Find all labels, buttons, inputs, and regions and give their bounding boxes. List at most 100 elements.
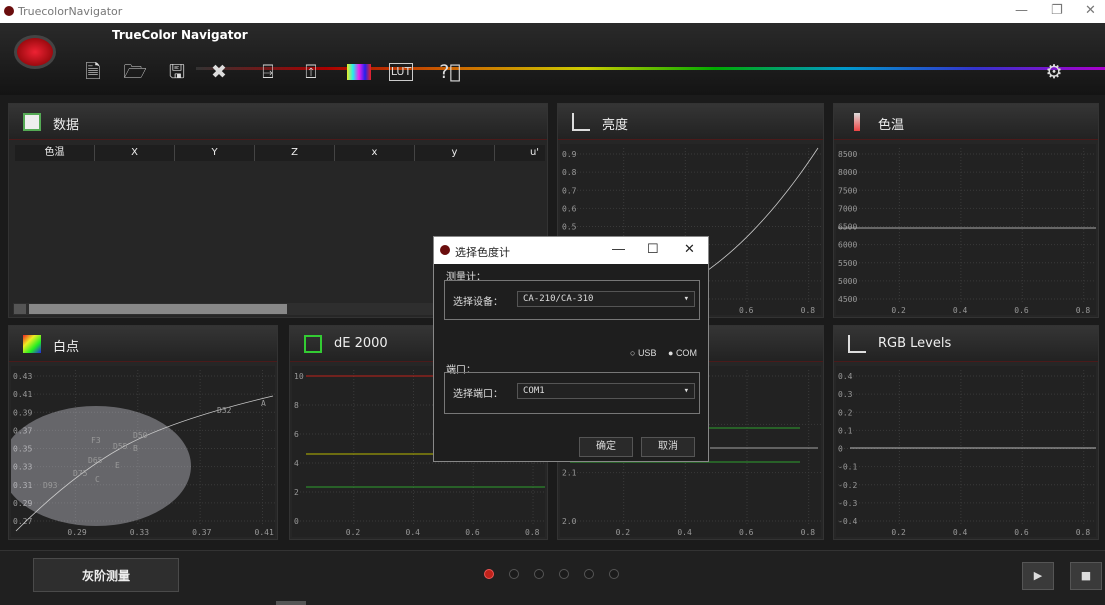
resize-handle[interactable] (276, 601, 306, 605)
cancel-button[interactable]: 取消 (641, 437, 695, 457)
whitepoint-label: D55 (113, 442, 128, 451)
column-header[interactable]: Z (255, 145, 335, 161)
column-header[interactable]: X (95, 145, 175, 161)
scroll-left-icon[interactable] (14, 304, 26, 314)
y-tick-label: -0.2 (838, 481, 857, 490)
stop-icon[interactable]: ■ (1070, 562, 1102, 590)
whitepoint-chart: 0.430.410.390.370.350.330.310.290.270.29… (1, 370, 275, 537)
whitepoint-label: C (95, 475, 100, 484)
panel-title: RGB Levels (878, 336, 952, 351)
document-icon[interactable]: 🗎 (81, 60, 105, 84)
column-header[interactable]: y (415, 145, 495, 161)
app-name: TrueColor Navigator (112, 28, 248, 42)
whitepoint-label: D65 (88, 456, 103, 465)
x-tick-label: 0.8 (1076, 306, 1091, 315)
y-tick-label: 4500 (838, 295, 857, 304)
panel-title: 亮度 (602, 118, 629, 133)
line-chart-icon (572, 113, 590, 131)
x-tick-label: 0.37 (192, 528, 211, 537)
lut-icon[interactable]: LUT (389, 63, 413, 81)
panel-title: dE 2000 (334, 336, 388, 351)
rgb-levels-panel: RGB Levels 0.4 0.3 0.2 0.1 0 -0.1 -0.2 -0.3 -0.4… (833, 325, 1099, 540)
dialog-title: 选择色度计 (455, 247, 510, 259)
scrollbar-thumb[interactable] (29, 304, 287, 314)
rgb-levels-plot: 0.4 0.3 0.2 0.1 0 -0.1 -0.2 -0.3 -0.4 0.2 0.4 0.6 0.… (836, 366, 1096, 537)
x-tick-label: 0.2 (891, 528, 906, 537)
test-pattern-icon[interactable] (347, 64, 371, 80)
whitepoint-label: D75 (73, 469, 88, 478)
x-tick-label: 0.4 (406, 528, 421, 537)
close-icon[interactable]: ✕ (684, 241, 695, 257)
save-icon[interactable]: 🖫 (165, 60, 189, 84)
page-dot[interactable] (559, 569, 569, 579)
open-folder-icon[interactable]: 🗁 (123, 60, 147, 84)
device-select[interactable]: CA-210/CA-310 ▾ (517, 291, 695, 307)
column-header[interactable]: 色温 (15, 145, 95, 161)
port-label: 选择端口： (453, 389, 503, 400)
y-tick-label: 7500 (838, 186, 857, 195)
column-header[interactable]: Y (175, 145, 255, 161)
page-dot[interactable] (609, 569, 619, 579)
page-dot[interactable] (509, 569, 519, 579)
export-icon[interactable]: ⍐ (299, 60, 323, 84)
page-dot[interactable] (534, 569, 544, 579)
y-tick-label: -0.1 (838, 463, 857, 472)
cct-plot: 8500 8000 7500 7000 6500 6000 5500 5000 4500 0.2 0… (836, 144, 1096, 315)
cct-panel: 色温 8500 8000 7500 7000 6500 6000 5500 5000 4500 0… (833, 103, 1099, 318)
y-tick-label: 0 (838, 445, 843, 454)
y-tick-label: 6 (294, 430, 299, 439)
y-tick-label: 2 (294, 488, 299, 497)
delta-e-icon (304, 335, 322, 353)
y-tick-label: 0.43 (13, 372, 32, 381)
usb-radio[interactable]: ○ USB (630, 348, 656, 358)
y-tick-label: 0.3 (838, 390, 853, 399)
column-header[interactable]: x (335, 145, 415, 161)
y-tick-label: 0.4 (838, 372, 853, 381)
usb-label: USB (637, 348, 657, 358)
maximize-icon[interactable]: ❐ (1051, 3, 1063, 18)
x-tick-label: 0.41 (255, 528, 274, 537)
window-title: TruecolorNavigator (18, 5, 123, 18)
page-dot[interactable] (484, 569, 494, 579)
page-dot[interactable] (584, 569, 594, 579)
levels-icon (848, 335, 866, 353)
x-tick-label: 0.33 (130, 528, 149, 537)
help-icon[interactable]: ?⃝ (438, 60, 462, 84)
whitepoint-label: B (133, 444, 138, 453)
y-tick-label: 0.8 (562, 168, 577, 177)
settings-icon[interactable]: ⚙ (1042, 60, 1066, 84)
meter-group: 选择设备： CA-210/CA-310 ▾ (444, 280, 700, 320)
x-tick-label: 0.2 (346, 528, 361, 537)
y-tick-label: 2.1 (562, 469, 577, 478)
x-tick-label: 0.4 (953, 528, 968, 537)
y-tick-label: 6500 (838, 223, 857, 232)
x-tick-label: 0.4 (953, 306, 968, 315)
port-select[interactable]: COM1 ▾ (517, 383, 695, 399)
play-icon[interactable]: ▶ (1022, 562, 1054, 590)
grayscale-measure-button[interactable]: 灰阶测量 (33, 558, 179, 592)
y-tick-label: -0.3 (838, 499, 857, 508)
whitepoint-plot: 0.43 0.41 0.39 0.37 0.35 0.33 0.31 0.29 0.27 0.29… (1, 366, 275, 537)
y-tick-label: 7000 (838, 204, 857, 213)
thermometer-icon (854, 113, 860, 131)
import-icon[interactable]: ⍈ (256, 60, 280, 84)
com-radio[interactable]: ● COM (668, 348, 697, 358)
close-icon[interactable]: ✕ (1085, 3, 1096, 18)
y-tick-label: 0.6 (562, 204, 577, 213)
y-tick-label: 0.39 (13, 408, 32, 417)
y-tick-label: 8 (294, 401, 299, 410)
x-tick-label: 0.6 (739, 306, 754, 315)
app-icon (440, 245, 450, 255)
ok-button[interactable]: 确定 (579, 437, 633, 457)
y-tick-label: 10 (294, 372, 304, 381)
y-tick-label: 0 (294, 517, 299, 526)
table-header: 色温 X Y Zx y u' (15, 145, 575, 161)
whitepoint-label: A (261, 399, 266, 408)
device-label: 选择设备： (453, 297, 503, 308)
minimize-icon[interactable]: — (1015, 3, 1028, 18)
delete-icon[interactable]: ✖ (207, 60, 231, 84)
maximize-icon[interactable]: ☐ (647, 241, 659, 257)
y-tick-label: 6000 (838, 241, 857, 250)
minimize-icon[interactable]: — (612, 241, 625, 256)
x-tick-label: 0.8 (801, 528, 816, 537)
